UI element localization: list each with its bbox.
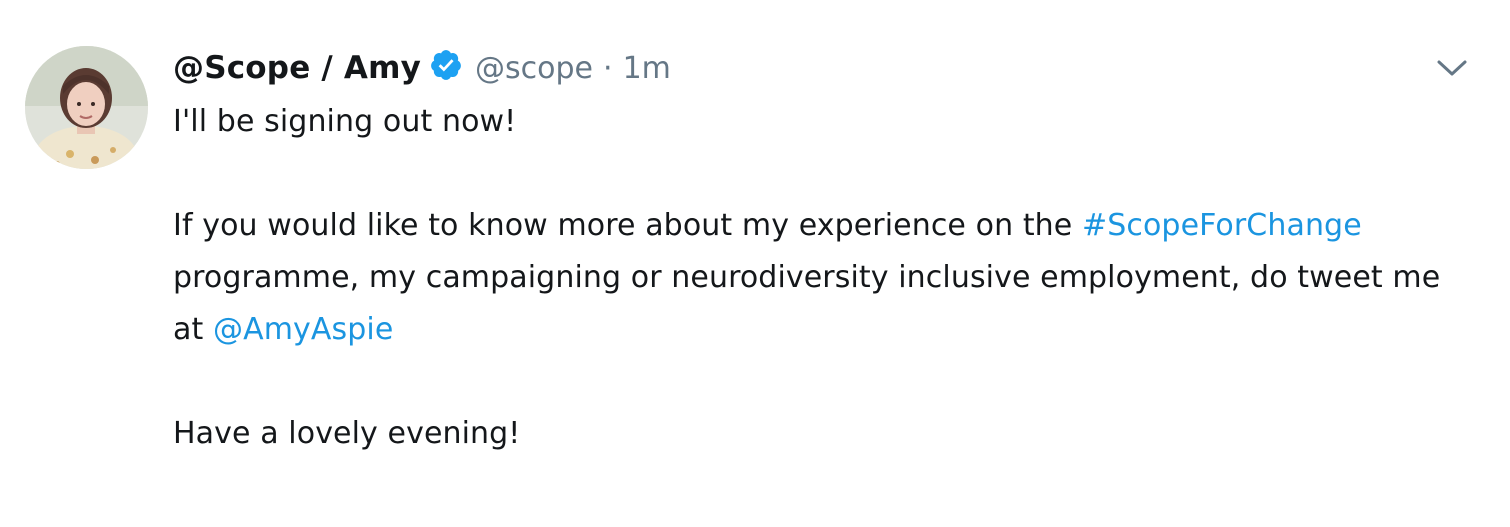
timestamp[interactable]: 1m	[623, 51, 671, 86]
tweet-content: @Scope / Amy @scope · 1m I'll be signing…	[173, 40, 1473, 460]
tweet-header: @Scope / Amy @scope · 1m	[173, 40, 1473, 96]
chevron-down-icon[interactable]	[1435, 56, 1469, 82]
handle[interactable]: @scope	[475, 51, 593, 86]
tweet-paragraph-2-text-a: If you would like to know more about my …	[173, 208, 1082, 243]
separator-dot: ·	[603, 50, 613, 86]
display-name[interactable]: @Scope / Amy	[173, 50, 421, 86]
mention-link[interactable]: @AmyAspie	[213, 312, 393, 347]
tweet-paragraph-2: If you would like to know more about my …	[173, 200, 1473, 356]
tweet-text: I'll be signing out now! If you would li…	[173, 96, 1473, 460]
verified-badge-icon	[429, 48, 463, 82]
tweet-paragraph-1: I'll be signing out now!	[173, 104, 517, 139]
avatar[interactable]	[25, 46, 148, 169]
tweet-paragraph-3: Have a lovely evening!	[173, 416, 521, 451]
hashtag-link[interactable]: #ScopeForChange	[1082, 208, 1362, 243]
tweet: @Scope / Amy @scope · 1m I'll be signing…	[0, 0, 1510, 527]
avatar-image	[25, 46, 148, 169]
